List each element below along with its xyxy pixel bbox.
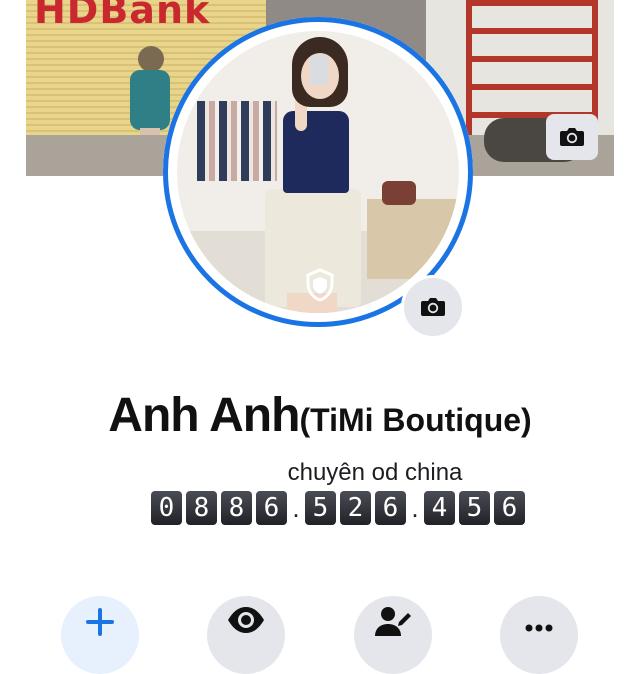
shield-icon <box>306 268 334 302</box>
handbag <box>382 181 416 205</box>
edit-profile-picture-button[interactable] <box>401 275 465 339</box>
profile-guard-badge <box>300 264 340 306</box>
edit-profile-button[interactable] <box>354 596 432 674</box>
add-story-button[interactable] <box>61 596 139 674</box>
profile-bio: chuyên od china <box>287 459 463 486</box>
clothing-rack <box>197 101 277 181</box>
phone-digit: 0 <box>151 491 182 525</box>
camera-icon <box>560 128 584 146</box>
phone <box>310 55 328 85</box>
cover-sign: HDBank <box>34 0 211 32</box>
edit-cover-photo-button[interactable] <box>546 114 598 160</box>
more-icon <box>525 624 553 632</box>
phone-digit: 8 <box>221 491 252 525</box>
edit-profile-icon <box>375 607 411 636</box>
phone-number: 0 8 8 6 . 5 2 6 . 4 5 6 <box>151 490 529 526</box>
profile-name: Anh Anh <box>108 389 300 442</box>
phone-digit: 6 <box>375 491 406 525</box>
phone-separator: . <box>411 493 419 523</box>
more-options-button[interactable] <box>500 596 578 674</box>
phone-digit: 5 <box>305 491 336 525</box>
phone-digit: 8 <box>186 491 217 525</box>
eye-icon <box>228 607 264 633</box>
plus-icon <box>86 608 114 636</box>
phone-separator: . <box>292 493 300 523</box>
phone-digit: 4 <box>424 491 455 525</box>
phone-digit: 5 <box>459 491 490 525</box>
phone-digit: 6 <box>256 491 287 525</box>
camera-icon <box>421 298 445 316</box>
phone-digit: 6 <box>494 491 525 525</box>
view-as-button[interactable] <box>207 596 285 674</box>
profile-alternate-name: (TiMi Boutique) <box>299 402 532 438</box>
profile-name-row: Anh Anh(TiMi Boutique) <box>0 388 640 443</box>
phone-digit: 2 <box>340 491 371 525</box>
